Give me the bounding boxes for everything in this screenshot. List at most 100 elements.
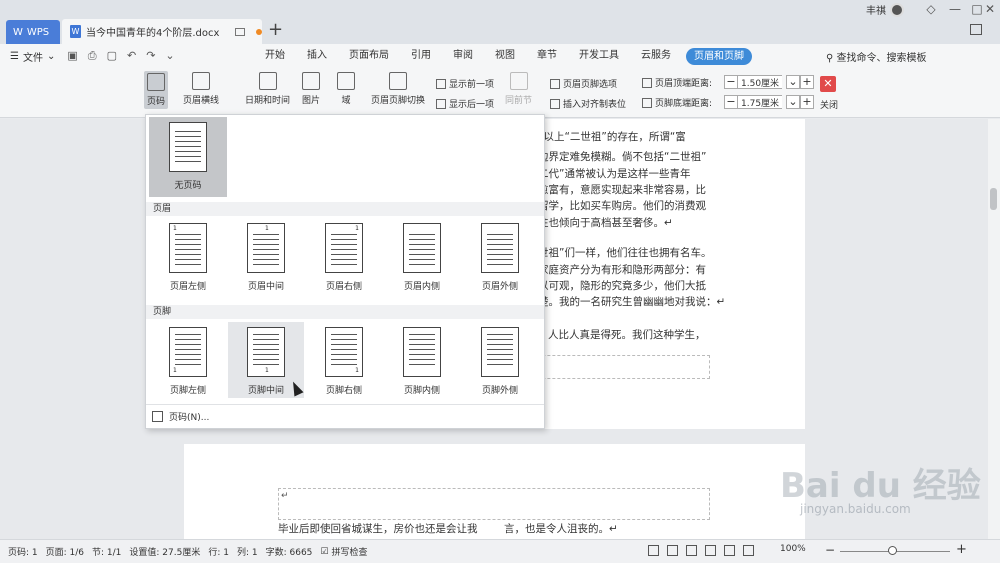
vertical-scrollbar[interactable] — [988, 119, 1000, 539]
increment-button[interactable]: + — [800, 75, 814, 89]
decrement-button[interactable]: − — [724, 75, 738, 89]
footer-right-option[interactable]: 1 页脚右侧 — [306, 322, 382, 398]
monitor-icon[interactable] — [235, 27, 245, 36]
zoom-out-button[interactable]: − — [825, 543, 835, 557]
save-icon[interactable]: ▣ — [67, 49, 77, 63]
zoom-in-button[interactable]: + — [956, 542, 967, 557]
zoom-slider-handle[interactable] — [888, 546, 897, 555]
tab-wps[interactable]: W WPS — [6, 20, 60, 44]
customize-icon[interactable]: ⌄ — [165, 49, 174, 63]
status-setting: 设置值: 27.5厘米 — [129, 548, 201, 558]
same-as-previous-button[interactable]: 同前节 — [505, 72, 532, 106]
command-search[interactable]: ⚲ 查找命令、搜索模板 — [826, 49, 927, 64]
new-tab-button[interactable]: + — [268, 19, 283, 40]
spell-check-label[interactable]: 拼写检查 — [331, 545, 367, 558]
footer-bottom-distance-stepper[interactable]: − 1.75厘米 ⌄ + — [724, 95, 814, 109]
page-number-button[interactable]: 页码 — [144, 71, 169, 109]
paragraph-line: 家庭资产分为有形和隐形两部分：有 — [538, 264, 706, 276]
header-footer-switch-button[interactable]: 页眉页脚切换 — [371, 72, 425, 106]
show-previous-label: 显示前一项 — [449, 80, 495, 90]
status-words[interactable]: 字数: 6665 — [266, 545, 313, 558]
zoom-level[interactable]: 100% — [780, 544, 806, 554]
file-menu-label: 文件 — [22, 52, 43, 64]
skin-icon[interactable]: ◇ — [920, 2, 942, 16]
close-header-footer-label[interactable]: 关闭 — [820, 98, 838, 111]
outline-view-icon[interactable] — [705, 545, 716, 556]
header-top-distance-input[interactable]: 1.50厘米 — [738, 75, 782, 89]
tab-home[interactable]: 开始 — [254, 44, 296, 68]
header-area[interactable]: ↵ — [278, 488, 710, 520]
tab-insert[interactable]: 插入 — [296, 44, 338, 68]
no-page-number-option[interactable]: 无页码 — [149, 117, 227, 197]
picture-button[interactable]: 图片 — [302, 72, 320, 106]
scrollbar-thumb[interactable] — [990, 188, 997, 210]
menu-bar: ☰ 文件 ⌄ ▣ ⎙ ▢ ↶ ↷ ⌄ 开始 插入 页面布局 引用 审阅 视图 章… — [0, 44, 1000, 68]
page-number-icon — [147, 73, 165, 91]
close-window-button[interactable]: ✕ — [982, 2, 998, 16]
tab-developer[interactable]: 开发工具 — [568, 44, 630, 68]
show-previous-button[interactable]: 显示前一项 — [436, 77, 494, 90]
header-center-option[interactable]: 1 页眉中间 — [228, 218, 304, 294]
footer-left-option[interactable]: 1 页脚左侧 — [150, 322, 226, 398]
reading-view-icon[interactable] — [667, 545, 678, 556]
option-label: 页眉外侧 — [481, 282, 518, 292]
undo-icon[interactable]: ↶ — [127, 49, 136, 63]
field-button[interactable]: 域 — [337, 72, 355, 106]
show-next-icon — [436, 98, 446, 109]
tab-references[interactable]: 引用 — [400, 44, 442, 68]
decrement-button[interactable]: − — [724, 95, 738, 109]
picture-icon — [302, 72, 320, 90]
page-thumbnail — [403, 223, 441, 273]
bottom-distance-text: 页脚底端距离: — [655, 99, 713, 109]
print-icon[interactable]: ⎙ — [88, 49, 97, 63]
page-thumbnail: 1 — [247, 223, 285, 273]
page-number-dialog-item[interactable]: 页码(N)... — [152, 410, 209, 423]
tab-header-footer[interactable]: 页眉和页脚 — [686, 47, 752, 65]
word-doc-icon: W — [70, 25, 81, 38]
header-top-distance-stepper[interactable]: − 1.50厘米 ⌄ + — [724, 75, 814, 89]
user-info[interactable]: 丰祺 — [866, 2, 904, 17]
close-header-footer-icon[interactable]: ✕ — [820, 76, 836, 92]
document-page-2[interactable]: ↵ 毕业后即使回省城谋生，房价也还是会让我 言，也是令人沮丧的。↵ — [184, 444, 805, 539]
tab-cloud[interactable]: 云服务 — [630, 44, 682, 68]
web-view-icon[interactable] — [724, 545, 735, 556]
tab-view[interactable]: 视图 — [484, 44, 526, 68]
chevron-down-icon[interactable]: ⌄ — [786, 75, 800, 89]
show-next-button[interactable]: 显示后一项 — [436, 97, 494, 110]
footer-inside-option[interactable]: 页脚内侧 — [384, 322, 460, 398]
increment-button[interactable]: + — [800, 95, 814, 109]
quick-access: ▣ ⎙ ▢ ↶ ↷ ⌄ — [67, 49, 174, 63]
page-thumbnail — [481, 327, 519, 377]
header-line-button[interactable]: 页眉横线 — [183, 72, 219, 106]
option-label: 页眉左侧 — [169, 282, 206, 292]
fullscreen-icon[interactable] — [648, 545, 659, 556]
eye-care-icon[interactable] — [743, 545, 754, 556]
page-view-icon[interactable] — [686, 545, 697, 556]
preview-icon[interactable]: ▢ — [107, 49, 117, 63]
status-row: 行: 1 — [208, 548, 229, 558]
chevron-down-icon[interactable]: ⌄ — [786, 95, 800, 109]
file-menu[interactable]: ☰ 文件 ⌄ — [0, 49, 55, 64]
option-label: 页脚内侧 — [403, 386, 440, 396]
tab-review[interactable]: 审阅 — [442, 44, 484, 68]
minimize-button[interactable]: — — [944, 2, 966, 16]
page-thumbnail: 1 — [169, 327, 207, 377]
tab-document[interactable]: W 当今中国青年的4个阶层.docx — [62, 19, 262, 44]
tab-section[interactable]: 章节 — [526, 44, 568, 68]
insert-tab-stop-button[interactable]: 插入对齐制表位 — [550, 97, 626, 110]
wps-logo-icon: W — [13, 26, 23, 38]
spell-check-icon[interactable]: ☑ — [320, 547, 328, 557]
footer-outside-option[interactable]: 页脚外侧 — [462, 322, 538, 398]
redo-icon[interactable]: ↷ — [146, 49, 155, 63]
datetime-button[interactable]: 日期和时间 — [245, 72, 290, 106]
footer-bottom-distance-input[interactable]: 1.75厘米 — [738, 95, 782, 109]
panel-toggle-icon[interactable] — [970, 24, 982, 35]
header-left-option[interactable]: 1 页眉左侧 — [150, 218, 226, 294]
header-outside-option[interactable]: 页眉外侧 — [462, 218, 538, 294]
tab-layout[interactable]: 页面布局 — [338, 44, 400, 68]
avatar[interactable] — [890, 2, 904, 17]
header-footer-options-button[interactable]: 页眉页脚选项 — [550, 77, 617, 90]
header-right-option[interactable]: 1 页眉右侧 — [306, 218, 382, 294]
paragraph-line: 人比人真是得死。我们这种学生， — [548, 329, 706, 341]
header-inside-option[interactable]: 页眉内侧 — [384, 218, 460, 294]
